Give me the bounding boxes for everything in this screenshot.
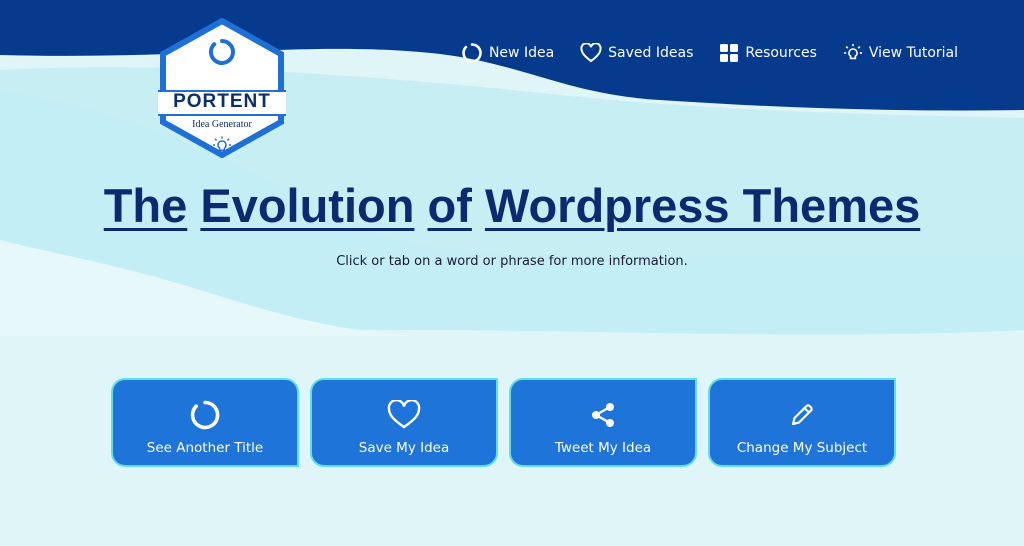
title-word-the[interactable]: The: [104, 179, 188, 232]
nav-saved-ideas-label: Saved Ideas: [608, 45, 694, 61]
pencil-icon: [791, 404, 813, 426]
top-nav: New Idea Saved Ideas Resources View Tuto…: [461, 42, 958, 64]
title-phrase-wordpress-themes[interactable]: Wordpress Themes: [485, 179, 920, 232]
action-buttons: See Another Title Save My Idea Tweet My …: [111, 378, 896, 467]
refresh-ring-icon: [462, 43, 482, 63]
refresh-ring-icon: [190, 400, 220, 430]
lightbulb-icon: [843, 44, 862, 60]
heart-icon: [580, 43, 602, 63]
nav-new-idea[interactable]: New Idea: [461, 42, 554, 64]
title-word-of[interactable]: of: [428, 179, 472, 232]
nav-resources-label: Resources: [745, 45, 817, 61]
nav-view-tutorial-label: View Tutorial: [868, 45, 958, 61]
see-another-title-button[interactable]: See Another Title: [111, 378, 299, 467]
nav-view-tutorial[interactable]: View Tutorial: [843, 42, 958, 64]
change-my-subject-button[interactable]: Change My Subject: [708, 378, 896, 467]
nav-saved-ideas[interactable]: Saved Ideas: [580, 42, 693, 64]
nav-resources[interactable]: Resources: [719, 42, 817, 64]
title-word-evolution[interactable]: Evolution: [200, 179, 414, 232]
portent-logo[interactable]: PORTENT Idea Generator: [158, 18, 286, 158]
save-my-idea-button[interactable]: Save My Idea: [310, 378, 498, 467]
idea-title: The Evolution of Wordpress Themes: [0, 178, 1024, 233]
title-hint: Click or tab on a word or phrase for mor…: [336, 254, 688, 269]
heart-icon: [387, 400, 421, 429]
logo-title: PORTENT: [173, 91, 271, 112]
change-my-subject-label: Change My Subject: [736, 440, 868, 456]
tweet-my-idea-button[interactable]: Tweet My Idea: [509, 378, 697, 467]
see-another-title-label: See Another Title: [146, 440, 264, 456]
lightbulb-icon: [213, 136, 231, 151]
logo-subtitle: Idea Generator: [192, 119, 252, 130]
tweet-my-idea-label: Tweet My Idea: [554, 440, 652, 456]
grid-icon: [720, 44, 739, 62]
portent-ring-icon: [208, 39, 235, 65]
save-my-idea-label: Save My Idea: [358, 440, 450, 456]
nav-new-idea-label: New Idea: [488, 45, 555, 61]
share-icon: [592, 403, 614, 427]
